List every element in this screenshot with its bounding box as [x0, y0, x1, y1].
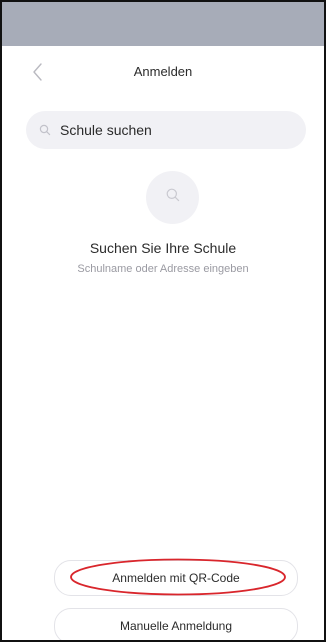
- empty-state-subtitle: Schulname oder Adresse eingeben: [77, 263, 249, 275]
- empty-state-icon-circle: [146, 171, 199, 224]
- search-icon: [38, 123, 52, 137]
- manual-login-button[interactable]: Manuelle Anmeldung: [54, 608, 298, 640]
- search-placeholder: Schule suchen: [60, 122, 152, 138]
- page-title: Anmelden: [133, 64, 193, 79]
- empty-state-title: Suchen Sie Ihre Schule: [89, 240, 237, 256]
- navigation-bar: Anmelden: [2, 46, 324, 100]
- search-input[interactable]: Schule suchen: [26, 111, 306, 149]
- qr-code-login-button[interactable]: Anmelden mit QR-Code: [54, 560, 298, 596]
- search-icon: [165, 187, 181, 208]
- app-screen: Anmelden Schule suchen Suchen Sie Ihre S…: [0, 0, 326, 642]
- status-bar: [2, 2, 324, 46]
